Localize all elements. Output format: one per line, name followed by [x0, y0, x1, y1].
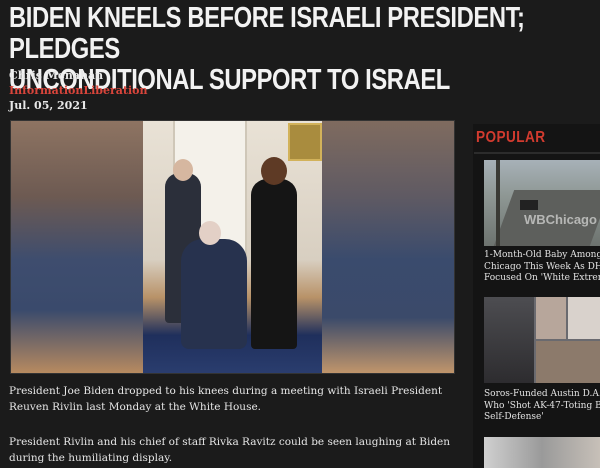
popular-item-3-thumbnail[interactable] — [484, 437, 600, 468]
photo-woman-head — [261, 157, 287, 185]
caption-line: Focused On 'White Extremist — [484, 273, 600, 283]
author-name[interactable]: Chris Menahan — [9, 69, 103, 82]
sidebar-divider — [474, 152, 600, 154]
photo-center-scene — [143, 121, 322, 373]
thumbnail-watermark: WBChicago — [524, 212, 597, 227]
thumbnail-collage-cell — [536, 297, 566, 339]
photo-kneeling-man-head — [199, 221, 221, 245]
popular-item-2-thumbnail[interactable] — [484, 297, 600, 383]
caption-line: Chicago This Week As DHS & — [484, 261, 600, 272]
photo-painting — [288, 123, 322, 161]
article-paragraph-1: President Joe Biden dropped to his knees… — [9, 385, 443, 413]
thumbnail-pole — [496, 160, 500, 246]
caption-line: Self-Defense' — [484, 412, 544, 422]
source-link[interactable]: InformationLiberation — [9, 84, 148, 97]
article-photo — [10, 120, 455, 374]
thumbnail-collage-cell — [568, 297, 600, 339]
headline-line-1: BIDEN KNEELS BEFORE ISRAELI PRESIDENT; P… — [9, 2, 525, 65]
photo-kneeling-man — [181, 239, 247, 349]
caption-line: Soros-Funded Austin D.A. In — [484, 389, 600, 399]
thumbnail-car — [520, 200, 538, 210]
thumbnail-collage-cell — [536, 341, 600, 383]
photo-woman — [251, 179, 297, 349]
thumbnail-collage-cell — [484, 297, 534, 383]
photo-blur-left — [11, 121, 143, 373]
article-headline: BIDEN KNEELS BEFORE ISRAELI PRESIDENT; P… — [9, 3, 595, 96]
popular-item-1-title[interactable]: 1-Month-Old Baby Among 13 Chicago This W… — [484, 250, 600, 285]
photo-blur-right — [322, 121, 454, 373]
caption-line: 1-Month-Old Baby Among 13 — [484, 250, 600, 260]
photo-standing-man-head — [173, 159, 193, 181]
caption-line: Who 'Shot AK-47-Toting BLM — [484, 400, 600, 411]
popular-title: POPULAR — [476, 129, 546, 146]
article-paragraph-2: President Rivlin and his chief of staff … — [9, 436, 451, 464]
popular-item-2-title[interactable]: Soros-Funded Austin D.A. In Who 'Shot AK… — [484, 389, 600, 424]
popular-item-1-thumbnail[interactable]: WBChicago — [484, 160, 600, 246]
publish-date: Jul. 05, 2021 — [9, 99, 88, 112]
